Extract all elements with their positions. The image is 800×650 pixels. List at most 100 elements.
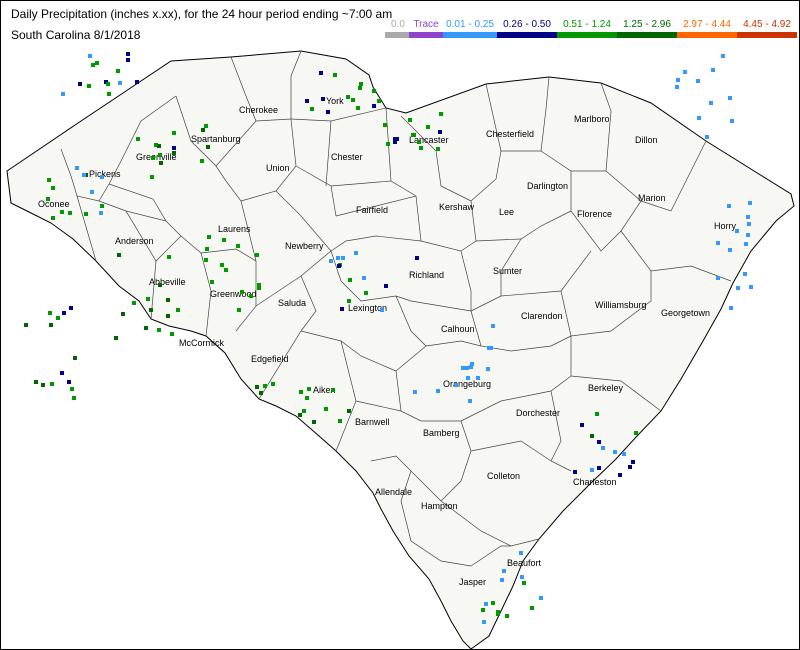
county-label: Sumter	[493, 266, 522, 276]
station-marker	[166, 314, 170, 318]
station-marker	[419, 146, 423, 150]
county-label: Georgetown	[661, 308, 710, 318]
legend-label: 0.26 - 0.50	[503, 19, 551, 30]
station-marker	[383, 123, 387, 127]
station-marker	[51, 216, 55, 220]
station-marker	[729, 306, 733, 310]
station-marker	[408, 118, 412, 122]
station-marker	[310, 107, 314, 111]
station-marker	[716, 241, 720, 245]
station-marker	[236, 244, 240, 248]
station-marker	[491, 601, 495, 605]
station-marker	[326, 110, 330, 114]
county-label: Greenville	[136, 152, 177, 162]
station-marker	[348, 278, 352, 282]
legend-swatch	[497, 32, 557, 38]
station-marker	[135, 80, 139, 84]
station-marker	[482, 620, 486, 624]
station-marker	[305, 99, 309, 103]
station-marker	[47, 178, 51, 182]
station-marker	[158, 283, 162, 287]
station-marker	[151, 156, 155, 160]
legend-swatch	[677, 32, 737, 38]
station-marker	[675, 85, 679, 89]
legend-label: 0.0	[391, 19, 405, 30]
legend-item: 0.01 - 0.25	[443, 19, 497, 38]
county-label: Charleston	[573, 477, 617, 487]
station-marker	[341, 256, 345, 260]
station-marker	[68, 211, 72, 215]
station-marker	[157, 144, 161, 148]
station-marker	[580, 423, 584, 427]
station-marker	[136, 137, 140, 141]
station-marker	[249, 294, 253, 298]
station-marker	[255, 253, 259, 257]
station-marker	[166, 298, 170, 302]
station-marker	[114, 336, 118, 340]
station-marker	[126, 58, 130, 62]
station-marker	[727, 204, 731, 208]
station-marker	[204, 258, 208, 262]
legend-swatch	[737, 32, 797, 38]
station-marker	[597, 466, 601, 470]
station-marker	[362, 276, 366, 280]
station-marker	[395, 137, 399, 141]
county-label: Darlington	[527, 181, 568, 191]
station-marker	[299, 390, 303, 394]
station-marker	[491, 324, 495, 328]
station-marker	[271, 382, 275, 386]
county-label: York	[326, 96, 344, 106]
station-marker	[746, 215, 750, 219]
county-label: Newberry	[285, 241, 324, 251]
map-title: Daily Precipitation (inches x.xx), for t…	[11, 7, 393, 21]
county-label: Fairfield	[356, 205, 388, 215]
station-marker	[100, 175, 104, 179]
station-marker	[321, 97, 325, 101]
map-subtitle: South Carolina 8/1/2018	[11, 28, 141, 42]
station-marker	[735, 229, 739, 233]
station-marker	[347, 409, 351, 413]
county-label: Abbeville	[149, 277, 186, 287]
station-marker	[158, 153, 162, 157]
station-marker	[377, 99, 381, 103]
station-marker	[167, 255, 171, 259]
station-marker	[200, 159, 204, 163]
county-label: Calhoun	[441, 324, 475, 334]
station-marker	[336, 256, 340, 260]
station-marker	[436, 389, 440, 393]
station-marker	[34, 380, 38, 384]
station-marker	[354, 251, 358, 255]
station-marker	[728, 248, 732, 252]
station-marker	[622, 452, 626, 456]
station-marker	[172, 146, 176, 150]
station-marker	[157, 328, 161, 332]
station-marker	[743, 272, 747, 276]
county-label: Pickens	[89, 169, 121, 179]
station-marker	[78, 82, 82, 86]
station-marker	[372, 104, 376, 108]
station-marker	[126, 52, 130, 56]
station-marker	[24, 323, 28, 327]
legend-item: 0.51 - 1.24	[557, 19, 617, 38]
map-frame: Cherokee York Lancaster Chesterfield Marlbor…	[0, 0, 800, 650]
station-marker	[62, 311, 66, 315]
legend-item: 2.97 - 4.44	[677, 19, 737, 38]
county-label: Lee	[499, 207, 514, 217]
county-label: McCormick	[179, 338, 224, 348]
station-marker	[461, 366, 465, 370]
station-marker	[590, 468, 594, 472]
legend-item: 0.0	[385, 19, 411, 38]
station-marker	[590, 434, 594, 438]
station-marker	[307, 387, 311, 391]
station-marker	[721, 54, 725, 58]
station-marker	[338, 419, 342, 423]
station-marker	[56, 316, 60, 320]
station-marker	[257, 286, 261, 290]
station-marker	[329, 259, 333, 263]
station-marker	[468, 399, 472, 403]
station-marker	[263, 384, 267, 388]
station-marker	[172, 131, 176, 135]
station-marker	[747, 222, 751, 226]
legend-item: 1.25 - 2.96	[617, 19, 677, 38]
county-label: Richland	[409, 270, 444, 280]
